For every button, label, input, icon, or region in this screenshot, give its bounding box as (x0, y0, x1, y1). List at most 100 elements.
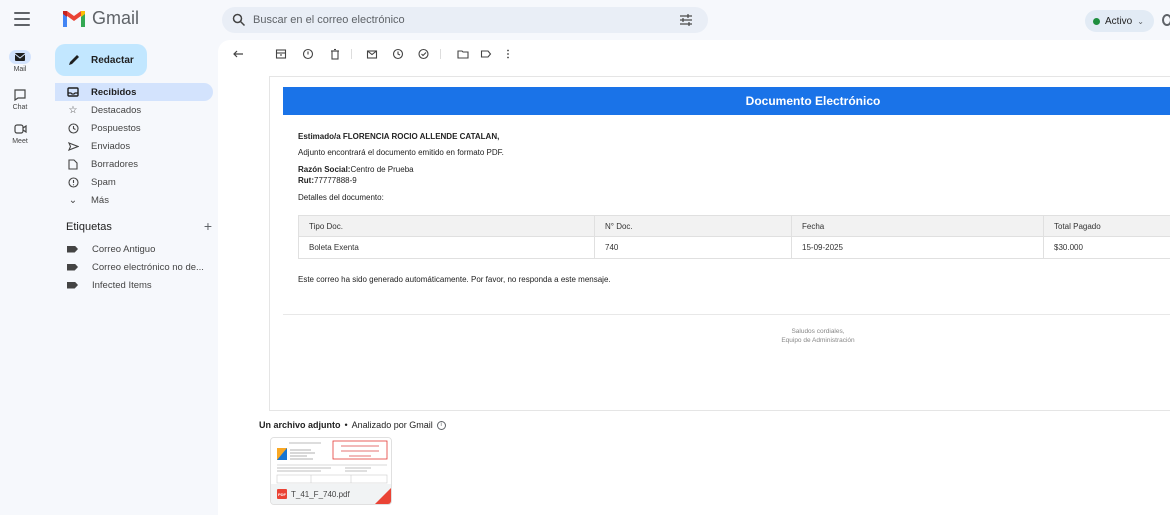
nav-item-sent[interactable]: Enviados (55, 137, 213, 155)
table-header-cell: Total Pagado (1043, 215, 1170, 237)
toolbar-divider (440, 49, 441, 59)
razon-social: Razón Social:Centro de Prueba (298, 165, 414, 174)
nav-label-more: Más (91, 194, 109, 206)
pdf-thumbnail (271, 438, 391, 486)
folder-nav: Recibidos ☆ Destacados Pospuestos Enviad… (55, 83, 213, 209)
search-input[interactable] (253, 11, 653, 29)
attachments-header: Un archivo adjunto • Analizado por Gmail… (259, 420, 446, 430)
snooze-icon[interactable] (392, 48, 404, 60)
footer-divider (283, 314, 1170, 315)
table-cell: $30.000 (1043, 236, 1170, 259)
rail-label-chat: Chat (12, 104, 28, 111)
email-intro: Adjunto encontrará el documento emitido … (298, 148, 504, 157)
video-camera-icon (9, 122, 31, 136)
spam-icon (67, 176, 79, 188)
mark-unread-icon[interactable] (366, 48, 378, 60)
gmail-logo[interactable]: Gmail (62, 8, 139, 29)
scanned-by-gmail: Analizado por Gmail (351, 420, 433, 430)
report-spam-icon[interactable] (302, 48, 314, 60)
top-bar: Gmail Activo ⌄ (0, 0, 1170, 40)
email-greeting: Estimado/a FLORENCIA ROCIO ALLENDE CATAL… (298, 132, 500, 141)
info-icon[interactable]: i (436, 420, 446, 430)
table-cell: Boleta Exenta (298, 236, 595, 259)
separator-dot: • (344, 420, 348, 430)
nav-label-inbox: Recibidos (91, 86, 137, 98)
delete-icon[interactable] (329, 48, 341, 60)
attachment-count: Un archivo adjunto (259, 420, 341, 430)
message-view: Documento Electrónico Estimado/a FLORENC… (218, 40, 1170, 515)
star-icon: ☆ (68, 104, 78, 116)
more-options-icon[interactable] (502, 48, 514, 60)
document-header: Documento Electrónico (283, 87, 1170, 115)
nav-item-more[interactable]: ⌄ Más (55, 191, 213, 209)
table-header-cell: Tipo Doc. (298, 215, 595, 237)
details-label: Detalles del documento: (298, 193, 384, 202)
rail-label-mail: Mail (13, 66, 27, 73)
pencil-icon (69, 55, 79, 65)
table-header-cell: Fecha (791, 215, 1044, 237)
nav-label-sent: Enviados (91, 140, 131, 152)
archive-icon[interactable] (275, 48, 287, 60)
nav-item-starred[interactable]: ☆ Destacados (55, 101, 213, 119)
table-header-cell: N° Doc. (594, 215, 792, 237)
draft-icon (67, 158, 79, 170)
status-selector[interactable]: Activo ⌄ (1085, 10, 1154, 32)
gmail-m-icon (63, 10, 85, 27)
table-cell: 740 (594, 236, 792, 259)
back-arrow-icon[interactable] (232, 48, 244, 60)
search-options-icon[interactable] (678, 12, 694, 28)
add-task-icon[interactable] (418, 48, 430, 60)
nav-item-drafts[interactable]: Borradores (55, 155, 213, 173)
main-menu-icon[interactable] (14, 12, 30, 26)
compose-label: Redactar (91, 54, 134, 66)
help-icon[interactable] (1162, 14, 1170, 26)
label-tag-icon (67, 263, 78, 271)
clock-icon (67, 122, 79, 134)
nav-label-spam: Spam (91, 176, 116, 188)
table-row: Boleta Exenta 740 15-09-2025 $30.000 (298, 236, 1170, 259)
search-icon[interactable] (232, 13, 246, 27)
table-cell: 15-09-2025 (791, 236, 1044, 259)
label-item-infected-items[interactable]: Infected Items (55, 276, 213, 294)
status-dot-icon (1093, 17, 1100, 25)
labels-list: Correo Antiguo Correo electrónico no de.… (55, 240, 213, 294)
nav-item-inbox[interactable]: Recibidos (55, 83, 213, 101)
labels-header: Etiquetas + (66, 219, 212, 233)
nav-label-snoozed: Pospuestos (91, 122, 141, 134)
mail-icon (9, 50, 31, 64)
chevron-down-icon: ⌄ (68, 194, 78, 206)
label-item-correo-no-deseado[interactable]: Correo electrónico no de... (55, 258, 213, 276)
attachment-card[interactable]: PDF T_41_F_740.pdf (270, 437, 392, 505)
label-tag-icon (67, 281, 78, 289)
attachment-filename: T_41_F_740.pdf (291, 489, 350, 499)
send-icon (67, 140, 79, 152)
rut: Rut:77777888-9 (298, 176, 357, 185)
rail-item-meet[interactable]: Meet (0, 122, 40, 145)
rail-item-mail[interactable]: Mail (0, 50, 40, 73)
nav-label-starred: Destacados (91, 104, 142, 116)
labels-title: Etiquetas (66, 221, 112, 233)
add-label-icon[interactable]: + (204, 219, 212, 233)
move-to-icon[interactable] (457, 48, 469, 60)
label-tag-icon (67, 245, 78, 253)
rail-label-meet: Meet (12, 138, 28, 145)
inbox-icon (67, 86, 79, 98)
app-name: Gmail (92, 8, 140, 28)
nav-item-spam[interactable]: Spam (55, 173, 213, 191)
label-name: Correo electrónico no de... (92, 261, 204, 273)
signoff-line-2: Equipo de Administración (781, 337, 855, 344)
document-header-title: Documento Electrónico (745, 94, 881, 108)
nav-item-snoozed[interactable]: Pospuestos (55, 119, 213, 137)
message-toolbar (218, 40, 1170, 66)
nav-label-drafts: Borradores (91, 158, 138, 170)
search-bar (222, 7, 708, 33)
pdf-file-icon: PDF (277, 489, 287, 499)
label-icon[interactable] (480, 48, 492, 60)
chat-icon (9, 88, 31, 102)
compose-button[interactable]: Redactar (55, 44, 147, 76)
label-item-correo-antiguo[interactable]: Correo Antiguo (55, 240, 213, 258)
label-name: Correo Antiguo (92, 243, 156, 255)
rail-item-chat[interactable]: Chat (0, 88, 40, 111)
status-label: Activo (1105, 15, 1133, 27)
auto-generated-note: Este correo ha sido generado automáticam… (298, 275, 611, 284)
